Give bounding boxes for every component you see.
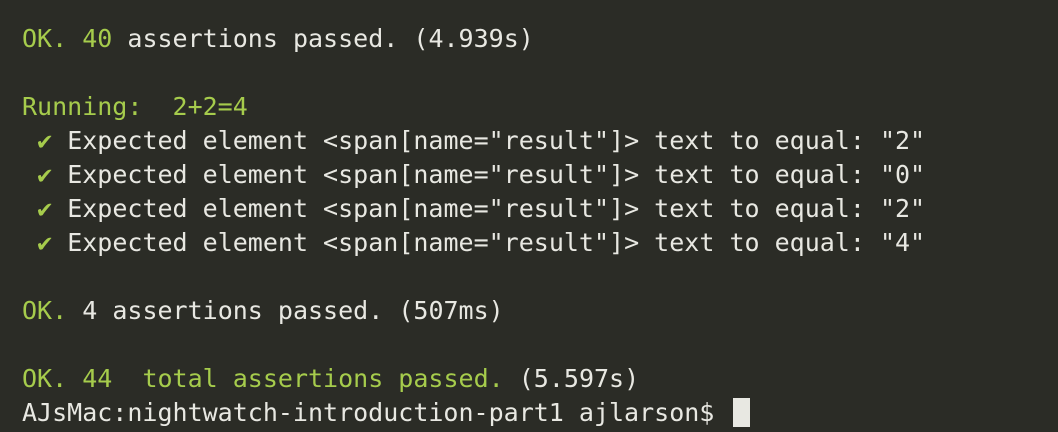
summary-time: (507ms) — [398, 296, 504, 325]
shell-prompt: AJsMac:nightwatch-introduction-part1 ajl… — [22, 398, 715, 427]
ok-label: OK. — [22, 296, 68, 325]
assertion-line: ✔ Expected element <span[name="result"]>… — [22, 158, 1058, 192]
shell-prompt-line[interactable]: AJsMac:nightwatch-introduction-part1 ajl… — [22, 396, 1058, 430]
summary-text: total assertions passed. — [142, 364, 504, 393]
assertion-count: 40 — [82, 24, 113, 53]
summary-time: (5.597s) — [518, 364, 640, 393]
cursor-block-icon[interactable] — [733, 397, 751, 427]
summary-line-total: OK. 44 total assertions passed. (5.597s) — [22, 362, 1058, 396]
assertion-count: 4 — [82, 296, 98, 325]
summary-text: assertions passed. — [127, 24, 399, 53]
terminal-window[interactable]: OK. 40 assertions passed. (4.939s) Runni… — [0, 0, 1058, 432]
assertion-text: Expected element <span[name="result"]> t… — [67, 194, 926, 223]
running-label: Running: — [22, 92, 143, 121]
assertion-text: Expected element <span[name="result"]> t… — [67, 228, 926, 257]
checkmark-icon: ✔ — [37, 160, 53, 189]
test-name: 2+2=4 — [172, 92, 248, 121]
summary-line-1: OK. 40 assertions passed. (4.939s) — [22, 22, 1058, 56]
running-line: Running: 2+2=4 — [22, 90, 1058, 124]
assertion-text: Expected element <span[name="result"]> t… — [67, 160, 926, 189]
checkmark-icon: ✔ — [37, 126, 53, 155]
summary-time: (4.939s) — [413, 24, 534, 53]
assertion-line: ✔ Expected element <span[name="result"]>… — [22, 124, 1058, 158]
checkmark-icon: ✔ — [37, 194, 53, 223]
assertion-count: 44 — [82, 364, 113, 393]
ok-label: OK. — [22, 24, 68, 53]
summary-text: assertions passed. — [112, 296, 384, 325]
ok-label: OK. — [22, 364, 68, 393]
summary-line-2: OK. 4 assertions passed. (507ms) — [22, 294, 1058, 328]
checkmark-icon: ✔ — [37, 228, 53, 257]
assertion-line: ✔ Expected element <span[name="result"]>… — [22, 192, 1058, 226]
assertion-text: Expected element <span[name="result"]> t… — [67, 126, 926, 155]
assertion-line: ✔ Expected element <span[name="result"]>… — [22, 226, 1058, 260]
